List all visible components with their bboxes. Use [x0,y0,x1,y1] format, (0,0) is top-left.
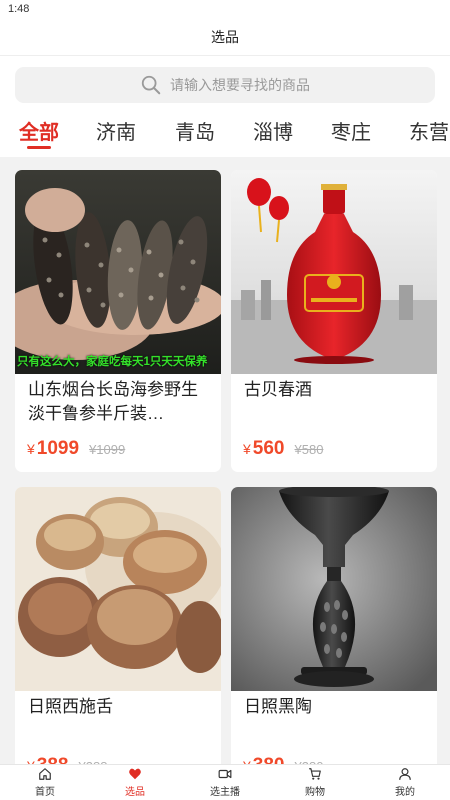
video-icon [218,769,232,779]
page-title: 选品 [0,18,450,56]
tab-zaozhuang[interactable]: 枣庄 [331,116,371,145]
heart-icon [129,768,141,780]
nav-home[interactable]: 首页 [0,765,90,800]
price-row: ¥ 1099 ¥1099 [27,438,125,460]
home-icon [39,768,51,780]
product-image-clams [15,487,221,691]
product-original-price: ¥580 [294,442,324,457]
tab-all[interactable]: 全部 [19,116,59,145]
search-input[interactable]: 请输入想要寻找的商品 [15,67,435,103]
active-tab-indicator [27,146,51,149]
product-price: 1099 [36,438,80,459]
price-row: ¥ 560 ¥580 [243,438,323,460]
product-image-liquor [231,170,437,374]
product-image-sea-cucumber: 只有这么大，家庭吃每天1只天天保养 [15,170,221,374]
tab-dongying[interactable]: 东营 [409,116,449,145]
tab-qingdao[interactable]: 青岛 [175,116,215,145]
nav-anchor-label: 选主播 [210,787,240,798]
nav-anchor[interactable]: 选主播 [180,765,270,800]
search-icon [141,75,161,95]
product-title: 山东烟台长岛海参野生淡干鲁参半斤装… [28,380,198,423]
cart-icon [309,768,321,780]
user-icon [399,768,411,780]
product-promo-banner: 只有这么大，家庭吃每天1只天天保养 [17,356,208,368]
search-section: 请输入想要寻找的商品 [0,56,450,110]
tab-jinan[interactable]: 济南 [96,116,136,145]
product-image-black-pottery [231,487,437,691]
bottom-navigation: 首页 选品 选主播 购物 我的 [0,764,450,800]
product-title: 日照黑陶 [244,697,312,716]
tab-zibo[interactable]: 淄博 [253,116,293,145]
product-card[interactable]: 只有这么大，家庭吃每天1只天天保养 山东烟台长岛海参野生淡干鲁参半斤装… ¥ 1… [15,170,221,472]
currency-symbol: ¥ [27,441,35,457]
status-bar: 1:48 [0,0,450,18]
nav-home-label: 首页 [35,787,55,798]
nav-shopping-label: 购物 [305,787,325,798]
nav-profile-label: 我的 [395,787,415,798]
currency-symbol: ¥ [243,441,251,457]
nav-shopping[interactable]: 购物 [270,765,360,800]
product-card[interactable]: 日照黑陶 ¥ 380 ¥380 [231,487,437,777]
status-time: 1:48 [8,3,30,15]
product-original-price: ¥1099 [89,442,126,457]
product-title: 日照西施舌 [28,697,113,716]
nav-profile[interactable]: 我的 [360,765,450,800]
product-card[interactable]: 古贝春酒 ¥ 560 ¥580 [231,170,437,472]
product-price: 560 [252,438,285,459]
product-title: 古贝春酒 [244,380,312,399]
nav-select[interactable]: 选品 [90,765,180,800]
nav-select-label: 选品 [125,787,145,798]
search-placeholder: 请输入想要寻找的商品 [170,77,310,93]
product-card[interactable]: 日照西施舌 ¥ 388 ¥388 [15,487,221,777]
region-tabs: 全部 济南 青岛 淄博 枣庄 东营 [0,110,450,157]
